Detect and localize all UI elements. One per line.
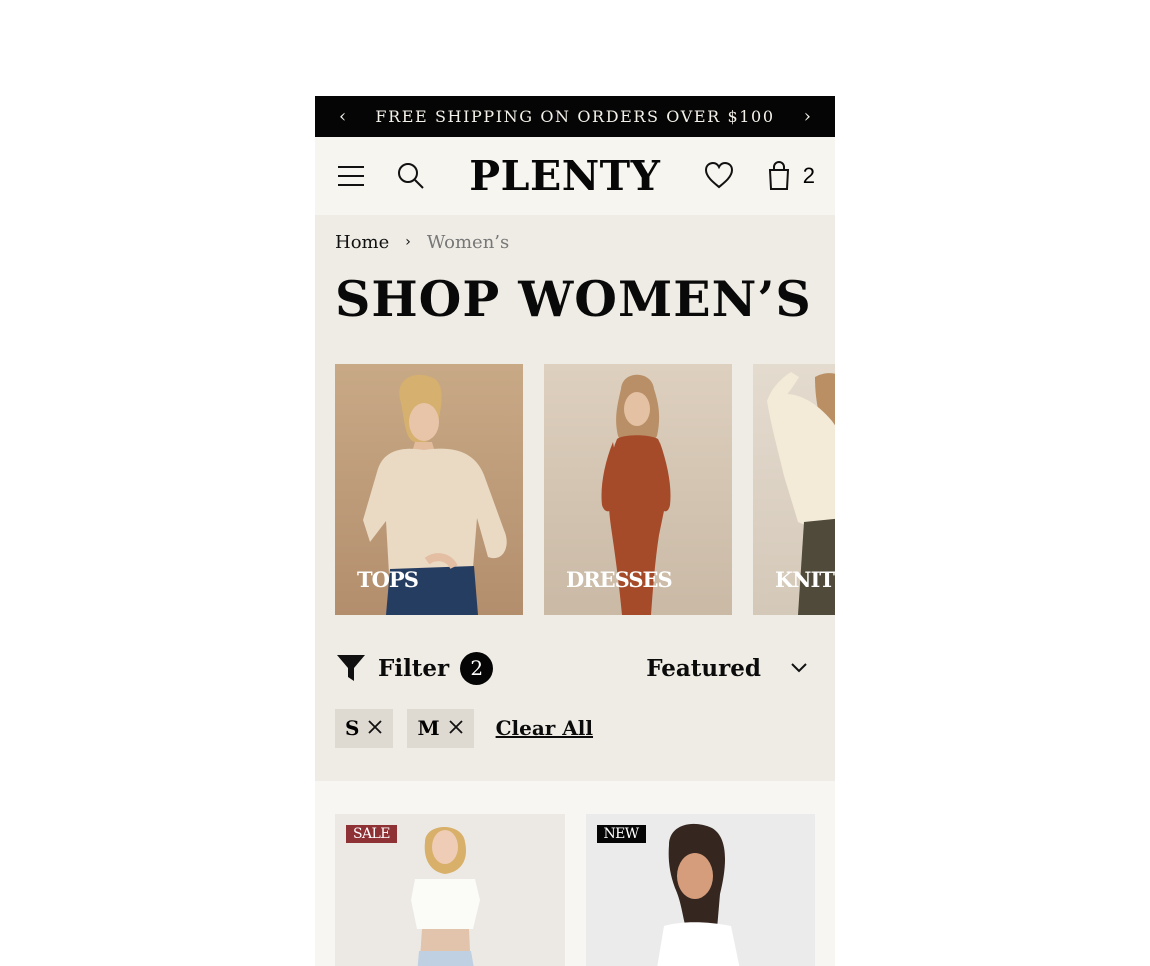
filter-chip-label: M (417, 716, 440, 741)
product-card[interactable]: NEW (585, 813, 815, 966)
product-grid: SALE NEW (315, 780, 835, 966)
cart-button[interactable]: 2 (763, 160, 815, 192)
menu-icon[interactable] (335, 160, 367, 192)
heart-icon[interactable] (703, 160, 735, 192)
promo-message: FREE SHIPPING ON ORDERS OVER $100 (375, 107, 775, 126)
site-header: PLENTY 2 (315, 137, 835, 215)
filter-label: Filter (378, 654, 450, 682)
category-card-tops[interactable]: TOPS (335, 363, 523, 615)
clear-all-link[interactable]: Clear All (496, 716, 593, 740)
close-icon[interactable] (367, 716, 383, 740)
category-card-dresses[interactable]: DRESSES (544, 363, 732, 615)
close-icon[interactable] (448, 716, 464, 740)
active-filter-chip[interactable]: S (335, 708, 394, 748)
mobile-page: ‹ FREE SHIPPING ON ORDERS OVER $100 › PL… (315, 96, 835, 966)
filter-count-badge: 2 (460, 651, 494, 685)
page-title: SHOP WOMEN’S (335, 270, 812, 328)
active-filter-chip[interactable]: M (407, 708, 474, 748)
shopping-bag-icon (763, 160, 795, 192)
filter-sort-bar: Filter 2 Featured (335, 651, 815, 685)
category-label: KNITWEAR (775, 566, 835, 592)
chevron-down-icon (783, 652, 815, 684)
sale-tag: SALE (346, 824, 397, 843)
chevron-right-icon[interactable]: › (804, 107, 811, 126)
breadcrumb-current: Women’s (426, 231, 510, 253)
product-card[interactable]: SALE (335, 813, 565, 966)
chevron-left-icon[interactable]: ‹ (339, 107, 346, 126)
category-carousel: TOPS DRESSES KNIT (335, 363, 835, 615)
sort-label: Featured (646, 654, 761, 682)
category-label: DRESSES (566, 566, 673, 592)
breadcrumb-home[interactable]: Home (335, 232, 389, 253)
search-icon[interactable] (395, 160, 427, 192)
breadcrumb-separator-icon: › (405, 234, 411, 250)
sort-dropdown[interactable]: Featured (646, 652, 815, 684)
filter-button[interactable]: Filter 2 (335, 651, 494, 685)
brand-logo[interactable]: PLENTY (469, 152, 660, 200)
promo-bar: ‹ FREE SHIPPING ON ORDERS OVER $100 › (315, 96, 835, 137)
filter-chip-label: S (345, 716, 360, 741)
category-label: TOPS (357, 566, 419, 592)
active-filter-list: S M Clear All (335, 708, 815, 748)
filter-funnel-icon (335, 652, 367, 684)
cart-count: 2 (802, 163, 815, 188)
new-tag: NEW (596, 824, 646, 843)
main-content: Home › Women’s SHOP WOMEN’S TOPS DRESSES… (315, 215, 835, 748)
category-card-knitwear[interactable]: KNITWEAR (753, 363, 835, 615)
breadcrumb: Home › Women’s (335, 215, 815, 255)
